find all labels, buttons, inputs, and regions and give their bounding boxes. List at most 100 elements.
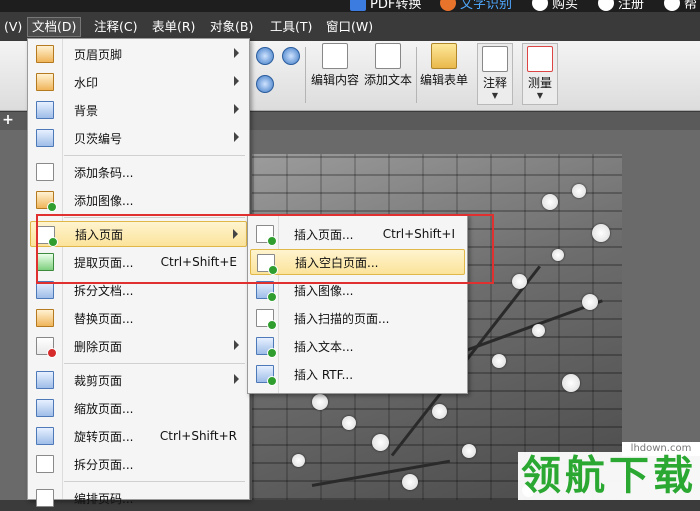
menu-item-extract-pages[interactable]: 提取页面... Ctrl+Shift+E [30, 249, 247, 275]
submenu-arrow-icon [234, 104, 239, 114]
minus-badge-icon [47, 348, 57, 358]
menu-item-scale-pages[interactable]: 缩放页面... [30, 395, 247, 421]
plus-badge-icon [267, 236, 277, 246]
rotate-pages-icon [36, 427, 54, 445]
submenu-item-insert-blank-page[interactable]: 插入空白页面... [250, 249, 465, 275]
add-text-icon [375, 43, 401, 69]
ocr-icon [440, 0, 456, 11]
blossom [562, 374, 580, 392]
submenu-arrow-icon [233, 229, 238, 239]
submenu-item-insert-pages[interactable]: 插入页面... Ctrl+Shift+I [250, 221, 465, 247]
menu-comment[interactable]: 注释(C) [90, 17, 141, 37]
edit-content-button[interactable]: 编辑内容 [311, 43, 359, 88]
split-document-icon [36, 281, 54, 299]
scanner-icon [256, 309, 277, 330]
toolbar-separator [416, 47, 417, 103]
menu-item-split-pages[interactable]: 拆分页面... [30, 451, 247, 477]
insert-txt-icon [256, 337, 277, 358]
number-pages-icon [36, 489, 54, 507]
blossom [532, 324, 545, 337]
blossom [342, 416, 356, 430]
submenu-item-insert-scanned-page[interactable]: 插入扫描的页面... [250, 305, 465, 331]
plus-badge-icon [47, 202, 57, 212]
add-image-icon [36, 191, 57, 212]
menu-item-delete-pages[interactable]: 删除页面 [30, 333, 247, 359]
insert-pages-submenu: 插入页面... Ctrl+Shift+I 插入空白页面... 插入图像... 插… [247, 214, 468, 394]
plus-badge-icon [267, 348, 277, 358]
edit-form-icon [431, 43, 457, 69]
submenu-arrow-icon [234, 374, 239, 384]
submenu-arrow-icon [234, 340, 239, 350]
document-menu: 页眉页脚 水印 背景 贝茨编号 添加条码... 添加图像... 插入页面 提取页… [27, 38, 250, 507]
add-text-button[interactable]: 添加文本 [364, 43, 412, 88]
measure-icon [527, 46, 553, 72]
menu-form[interactable]: 表单(R) [148, 17, 199, 37]
delete-pages-icon [36, 337, 57, 358]
menu-item-split-document[interactable]: 拆分文档... [30, 277, 247, 303]
menu-divider [64, 481, 245, 482]
submenu-item-insert-rtf[interactable]: 插入 RTF... [250, 361, 465, 387]
blossom [582, 294, 598, 310]
insert-bmp-image-icon [256, 281, 277, 302]
bates-numbering-icon [36, 129, 54, 147]
measure-button[interactable]: 测量 ▼ [522, 43, 558, 105]
menu-bar: (V) 文档(D) 注释(C) 表单(R) 对象(B) 工具(T) 窗口(W) [0, 12, 700, 41]
plus-badge-icon [268, 265, 278, 275]
crop-pages-icon [36, 371, 54, 389]
menu-item-background[interactable]: 背景 [30, 97, 247, 123]
comment-icon [482, 46, 508, 72]
help-link[interactable]: 帮 [664, 0, 697, 12]
insert-pages-icon [37, 226, 58, 247]
extract-pages-icon [36, 253, 54, 271]
menu-item-watermark[interactable]: 水印 [30, 69, 247, 95]
title-strip: PDF转换 文字识别 购买 注册 帮 [0, 0, 700, 12]
menu-item-number-pages[interactable]: 编排页码... [30, 485, 247, 511]
menu-item-replace-pages[interactable]: 替换页面... [30, 305, 247, 331]
purchase-link[interactable]: 购买 [532, 0, 578, 12]
zoom-out-icon[interactable] [282, 47, 300, 65]
new-tab-icon[interactable]: + [1, 113, 15, 127]
background-icon [36, 101, 54, 119]
branch [451, 299, 603, 357]
menu-window[interactable]: 窗口(W) [322, 17, 377, 37]
menu-item-insert-pages[interactable]: 插入页面 [30, 221, 247, 247]
comment-button[interactable]: 注释 ▼ [477, 43, 513, 105]
zoom-in-icon[interactable] [256, 47, 274, 65]
plus-badge-icon [267, 292, 277, 302]
register-icon [598, 0, 614, 11]
blossom [462, 444, 476, 458]
menu-item-bates-numbering[interactable]: 贝茨编号 [30, 125, 247, 151]
blossom [572, 184, 586, 198]
branch [311, 459, 451, 487]
split-pages-icon [36, 455, 54, 473]
insert-rtf-icon [256, 365, 277, 386]
replace-pages-icon [36, 309, 54, 327]
submenu-item-insert-text[interactable]: 插入文本... [250, 333, 465, 359]
register-link[interactable]: 注册 [598, 0, 644, 12]
blossom [292, 454, 305, 467]
submenu-item-insert-image[interactable]: 插入图像... [250, 277, 465, 303]
ocr-link[interactable]: 文字识别 [440, 0, 512, 12]
blossom [542, 194, 558, 210]
pdf-convert-link[interactable]: PDF转换 [350, 0, 421, 12]
menu-object[interactable]: 对象(B) [206, 17, 257, 37]
menu-item-rotate-pages[interactable]: 旋转页面... Ctrl+Shift+R [30, 423, 247, 449]
menu-item-add-barcode[interactable]: 添加条码... [30, 159, 247, 185]
menu-item-header-footer[interactable]: 页眉页脚 [30, 41, 247, 67]
menu-tools[interactable]: 工具(T) [266, 17, 316, 37]
header-footer-icon [36, 45, 54, 63]
pdf-convert-icon [350, 0, 366, 11]
watermark-logo: 领航下载 [518, 452, 700, 500]
edit-form-button[interactable]: 编辑表单 [420, 43, 468, 88]
menu-item-add-image[interactable]: 添加图像... [30, 187, 247, 213]
insert-pages-icon [256, 225, 277, 246]
menu-item-crop-pages[interactable]: 裁剪页面 [30, 367, 247, 393]
scale-pages-icon [36, 399, 54, 417]
menu-view[interactable]: (V) [0, 17, 26, 37]
submenu-arrow-icon [234, 48, 239, 58]
menu-document[interactable]: 文档(D) [27, 17, 82, 37]
barcode-icon [36, 163, 54, 181]
zoom-add-icon[interactable] [256, 75, 274, 93]
help-icon [664, 0, 680, 11]
plus-badge-icon [267, 376, 277, 386]
